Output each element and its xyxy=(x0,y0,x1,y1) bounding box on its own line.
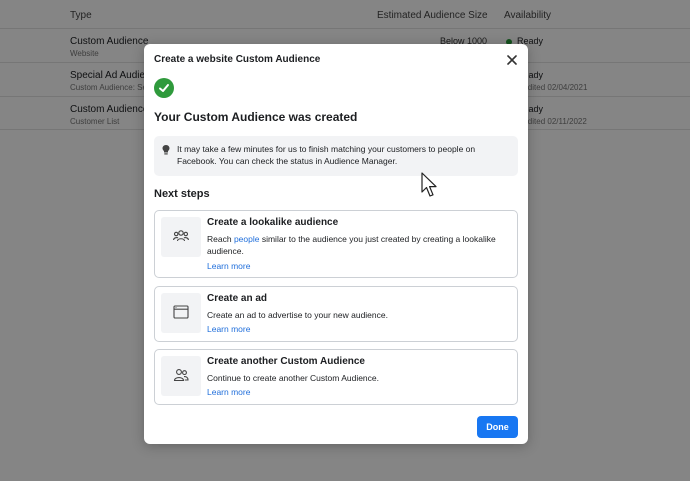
learn-more-link[interactable]: Learn more xyxy=(207,261,250,271)
card-description-text: Reach xyxy=(207,234,234,244)
create-audience-dialog: Create a website Custom Audience Your Cu… xyxy=(144,44,528,444)
learn-more-link[interactable]: Learn more xyxy=(207,387,250,397)
card-description: Reach people similar to the audience you… xyxy=(207,233,513,257)
another-custom-audience-card[interactable]: Create another Custom Audience Continue … xyxy=(154,349,518,405)
close-icon xyxy=(507,55,517,65)
people-link[interactable]: people xyxy=(234,234,260,244)
ad-window-icon xyxy=(161,293,201,333)
card-description: Create an ad to advertise to your new au… xyxy=(207,310,388,320)
mouse-cursor-icon xyxy=(421,172,437,197)
success-check-icon xyxy=(154,78,174,98)
card-title: Create another Custom Audience xyxy=(207,356,365,367)
card-title: Create an ad xyxy=(207,293,268,304)
card-description: Continue to create another Custom Audien… xyxy=(207,373,379,383)
info-text: It may take a few minutes for us to fini… xyxy=(177,144,476,166)
people-pair-icon xyxy=(161,356,201,396)
next-steps-heading: Next steps xyxy=(154,188,210,200)
done-button[interactable]: Done xyxy=(477,416,518,438)
info-banner: It may take a few minutes for us to fini… xyxy=(154,136,518,176)
success-headline: Your Custom Audience was created xyxy=(154,110,358,124)
card-title: Create a lookalike audience xyxy=(207,217,339,228)
learn-more-link[interactable]: Learn more xyxy=(207,324,250,334)
close-button[interactable] xyxy=(504,52,520,68)
people-group-icon xyxy=(161,217,201,257)
create-ad-card[interactable]: Create an ad Create an ad to advertise t… xyxy=(154,286,518,342)
lookalike-audience-card[interactable]: Create a lookalike audience Reach people… xyxy=(154,210,518,278)
lightbulb-icon xyxy=(162,145,170,155)
dialog-title: Create a website Custom Audience xyxy=(154,54,321,65)
